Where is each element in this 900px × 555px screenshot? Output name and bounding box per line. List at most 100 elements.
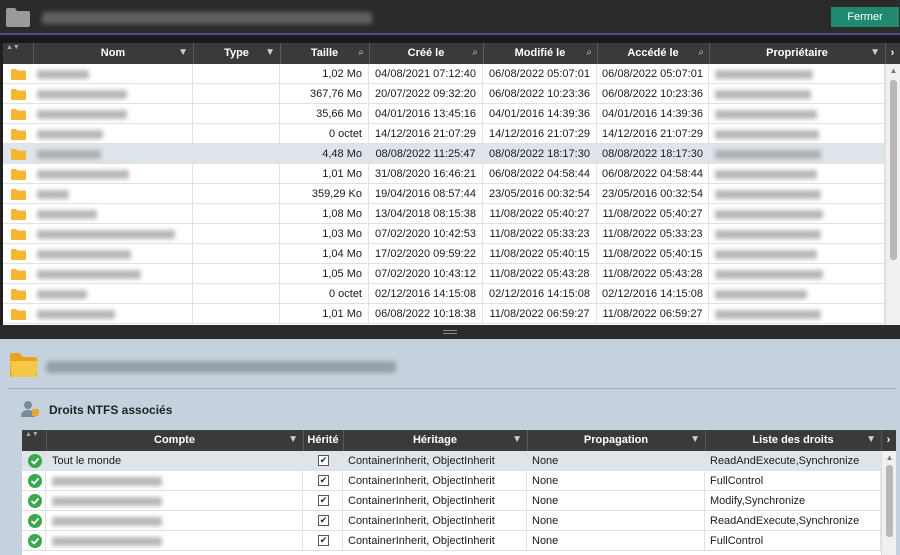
column-divider[interactable] bbox=[885, 43, 886, 64]
scroll-up-button[interactable]: ▲ bbox=[886, 64, 900, 78]
table-row[interactable]: ✔ ContainerInherit, ObjectInherit None Full… bbox=[22, 531, 881, 551]
column-divider[interactable] bbox=[483, 43, 484, 64]
table-row[interactable]: 359,29 Ko 19/04/2016 08:57:44 23/05/2016 0… bbox=[3, 184, 885, 204]
folder-path bbox=[46, 361, 396, 373]
column-header-select[interactable]: ▲▼ bbox=[3, 43, 33, 64]
table-row[interactable]: 0 octet 14/12/2016 21:07:29 14/12/2016 21:… bbox=[3, 124, 885, 144]
column-divider[interactable] bbox=[597, 43, 598, 64]
filter-icon[interactable]: ▼ bbox=[265, 47, 275, 58]
propagation-cell: None bbox=[527, 511, 705, 531]
file-type-cell bbox=[193, 204, 280, 224]
column-divider[interactable] bbox=[33, 43, 34, 64]
column-divider[interactable] bbox=[527, 430, 528, 451]
table-row[interactable]: 35,66 Mo 04/01/2016 13:45:16 04/01/2016 14… bbox=[3, 104, 885, 124]
file-type-cell bbox=[193, 164, 280, 184]
column-header-inheritance[interactable]: Héritage ▼ bbox=[343, 430, 527, 451]
column-header-type[interactable]: Type ▼ bbox=[193, 43, 280, 64]
table-row[interactable]: ✔ ContainerInherit, ObjectInherit None Modi… bbox=[22, 491, 881, 511]
column-header-name[interactable]: Nom ▼ bbox=[33, 43, 193, 64]
table-row[interactable]: 1,05 Mo 07/02/2020 10:43:12 11/08/2022 05:… bbox=[3, 264, 885, 284]
filter-icon[interactable]: ▼ bbox=[870, 47, 880, 58]
accessed-date-cell: 11/08/2022 05:40:15 bbox=[597, 244, 709, 264]
inherited-checkbox[interactable]: ✔ bbox=[318, 455, 329, 466]
created-date-cell: 31/08/2020 16:46:21 bbox=[369, 164, 483, 184]
column-chooser-button[interactable]: › bbox=[881, 430, 896, 451]
table-row[interactable]: 1,08 Mo 13/04/2018 08:15:38 11/08/2022 05:… bbox=[3, 204, 885, 224]
search-icon[interactable]: ⌕ bbox=[698, 47, 704, 58]
vertical-scrollbar[interactable]: ▲ bbox=[881, 451, 896, 555]
file-name-cell bbox=[33, 64, 193, 84]
filter-icon[interactable]: ▼ bbox=[690, 434, 700, 445]
table-row[interactable]: Tout le monde ✔ ContainerInherit, ObjectIn… bbox=[22, 451, 881, 471]
file-type-cell bbox=[193, 284, 280, 304]
table-row[interactable]: 4,48 Mo 08/08/2022 11:25:47 08/08/2022 18:… bbox=[3, 144, 885, 164]
filter-icon[interactable]: ▼ bbox=[178, 47, 188, 58]
table-row[interactable]: 0 octet 02/12/2016 14:15:08 02/12/2016 14:… bbox=[3, 284, 885, 304]
close-button[interactable]: Fermer bbox=[831, 7, 899, 27]
column-divider[interactable] bbox=[46, 430, 47, 451]
splitter-grip-icon[interactable] bbox=[443, 330, 457, 334]
created-date-cell: 06/08/2022 10:18:38 bbox=[369, 304, 483, 324]
search-icon[interactable]: ⌕ bbox=[358, 47, 364, 58]
filter-icon[interactable]: ▼ bbox=[512, 434, 522, 445]
column-header-select[interactable]: ▲▼ bbox=[22, 430, 46, 451]
inherited-checkbox[interactable]: ✔ bbox=[318, 495, 329, 506]
scrollbar-thumb[interactable] bbox=[890, 80, 897, 260]
rights-cell: ReadAndExecute,Synchronize bbox=[705, 511, 881, 531]
scroll-up-button[interactable]: ▲ bbox=[882, 451, 896, 465]
rights-cell: ReadAndExecute,Synchronize bbox=[705, 451, 881, 471]
column-header-accessed[interactable]: Accédé le ⌕ bbox=[597, 43, 709, 64]
search-icon[interactable]: ⌕ bbox=[586, 47, 592, 58]
inherited-cell: ✔ bbox=[303, 531, 343, 551]
column-header-inherited[interactable]: Hérité bbox=[303, 430, 343, 451]
scrollbar-thumb[interactable] bbox=[886, 465, 893, 537]
file-name-cell bbox=[33, 84, 193, 104]
accessed-date-cell: 23/05/2016 00:32:54 bbox=[597, 184, 709, 204]
column-divider[interactable] bbox=[705, 430, 706, 451]
created-date-cell: 07/02/2020 10:43:12 bbox=[369, 264, 483, 284]
column-divider[interactable] bbox=[709, 43, 710, 64]
search-icon[interactable]: ⌕ bbox=[472, 47, 478, 58]
column-chooser-button[interactable]: › bbox=[885, 43, 900, 64]
file-size-cell: 1,01 Mo bbox=[280, 164, 369, 184]
table-row[interactable]: 1,01 Mo 31/08/2020 16:46:21 06/08/2022 04:… bbox=[3, 164, 885, 184]
filter-icon[interactable]: ▼ bbox=[866, 434, 876, 445]
column-header-owner[interactable]: Propriétaire ▼ bbox=[709, 43, 885, 64]
account-cell bbox=[46, 531, 303, 551]
column-divider[interactable] bbox=[193, 43, 194, 64]
column-divider[interactable] bbox=[881, 430, 882, 451]
file-name-cell bbox=[33, 144, 193, 164]
column-header-label: Nom bbox=[100, 47, 126, 59]
table-row[interactable]: ✔ ContainerInherit, ObjectInherit None Full… bbox=[22, 471, 881, 491]
inherited-checkbox[interactable]: ✔ bbox=[318, 475, 329, 486]
column-divider[interactable] bbox=[280, 43, 281, 64]
table-row[interactable]: 367,76 Mo 20/07/2022 09:32:20 06/08/2022 1… bbox=[3, 84, 885, 104]
filter-icon[interactable]: ▼ bbox=[288, 434, 298, 445]
file-size-cell: 367,76 Mo bbox=[280, 84, 369, 104]
panel-splitter[interactable] bbox=[0, 325, 900, 339]
column-divider[interactable] bbox=[369, 43, 370, 64]
accessed-date-cell: 08/08/2022 18:17:30 bbox=[597, 144, 709, 164]
table-row[interactable]: 1,04 Mo 17/02/2020 09:59:22 11/08/2022 05:… bbox=[3, 244, 885, 264]
file-type-cell bbox=[193, 264, 280, 284]
table-row[interactable]: ✔ ContainerInherit, ObjectInherit None Read… bbox=[22, 511, 881, 531]
inherited-checkbox[interactable]: ✔ bbox=[318, 515, 329, 526]
inherited-checkbox[interactable]: ✔ bbox=[318, 535, 329, 546]
created-date-cell: 07/02/2020 10:42:53 bbox=[369, 224, 483, 244]
table-row[interactable]: 1,03 Mo 07/02/2020 10:42:53 11/08/2022 05:… bbox=[3, 224, 885, 244]
column-header-size[interactable]: Taille ⌕ bbox=[280, 43, 369, 64]
column-header-account[interactable]: Compte ▼ bbox=[46, 430, 303, 451]
file-type-cell bbox=[193, 104, 280, 124]
table-row[interactable]: 1,01 Mo 06/08/2022 10:18:38 11/08/2022 06:… bbox=[3, 304, 885, 324]
column-header-propagation[interactable]: Propagation ▼ bbox=[527, 430, 705, 451]
table-row[interactable]: 1,02 Mo 04/08/2021 07:12:40 06/08/2022 05:… bbox=[3, 64, 885, 84]
column-header-created[interactable]: Créé le ⌕ bbox=[369, 43, 483, 64]
vertical-scrollbar[interactable]: ▲ bbox=[885, 64, 900, 325]
accessed-date-cell: 06/08/2022 04:58:44 bbox=[597, 164, 709, 184]
column-divider[interactable] bbox=[343, 430, 344, 451]
file-name-cell bbox=[33, 164, 193, 184]
column-header-modified[interactable]: Modifié le ⌕ bbox=[483, 43, 597, 64]
column-header-rights[interactable]: Liste des droits ▼ bbox=[705, 430, 881, 451]
file-size-cell: 1,02 Mo bbox=[280, 64, 369, 84]
column-divider[interactable] bbox=[303, 430, 304, 451]
